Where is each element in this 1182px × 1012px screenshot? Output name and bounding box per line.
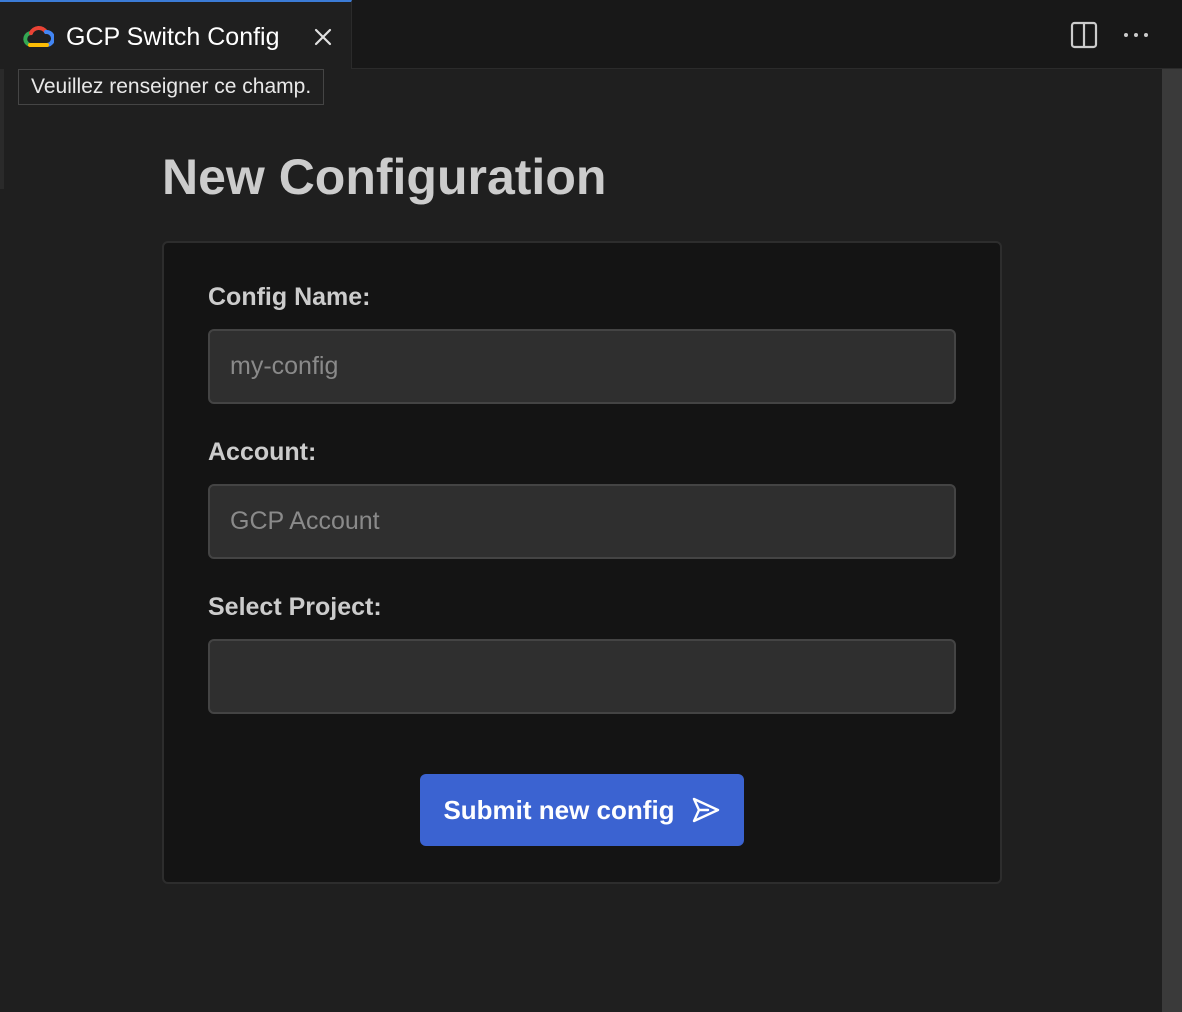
vertical-scrollbar[interactable]: [1162, 69, 1182, 1012]
config-name-input[interactable]: [208, 329, 956, 404]
google-cloud-icon: [23, 25, 54, 47]
close-icon[interactable]: [310, 24, 336, 50]
page-title: New Configuration: [162, 149, 607, 205]
editor-tab-bar: GCP Switch Config: [0, 0, 1182, 69]
send-icon: [692, 797, 719, 823]
more-actions-icon[interactable]: [1118, 19, 1154, 51]
webview-root: GCP Switch Config Veuillez renseigner ce…: [0, 0, 1182, 1012]
config-name-label: Config Name:: [208, 283, 371, 311]
validation-tooltip: Veuillez renseigner ce champ.: [18, 69, 325, 105]
split-editor-icon[interactable]: [1068, 19, 1100, 51]
tab-gcp-switch-config[interactable]: GCP Switch Config: [0, 0, 352, 69]
submit-button-label: Submit new config: [443, 794, 675, 825]
select-project-label: Select Project:: [208, 593, 382, 621]
account-label: Account:: [208, 438, 317, 466]
account-input[interactable]: [208, 484, 956, 559]
tab-title: GCP Switch Config: [66, 23, 280, 51]
editor-left-edge: [0, 69, 4, 189]
project-select[interactable]: [208, 639, 956, 714]
submit-config-button[interactable]: Submit new config: [420, 774, 744, 846]
config-form-card: Config Name: Account: Select Project: Su…: [162, 241, 1002, 884]
